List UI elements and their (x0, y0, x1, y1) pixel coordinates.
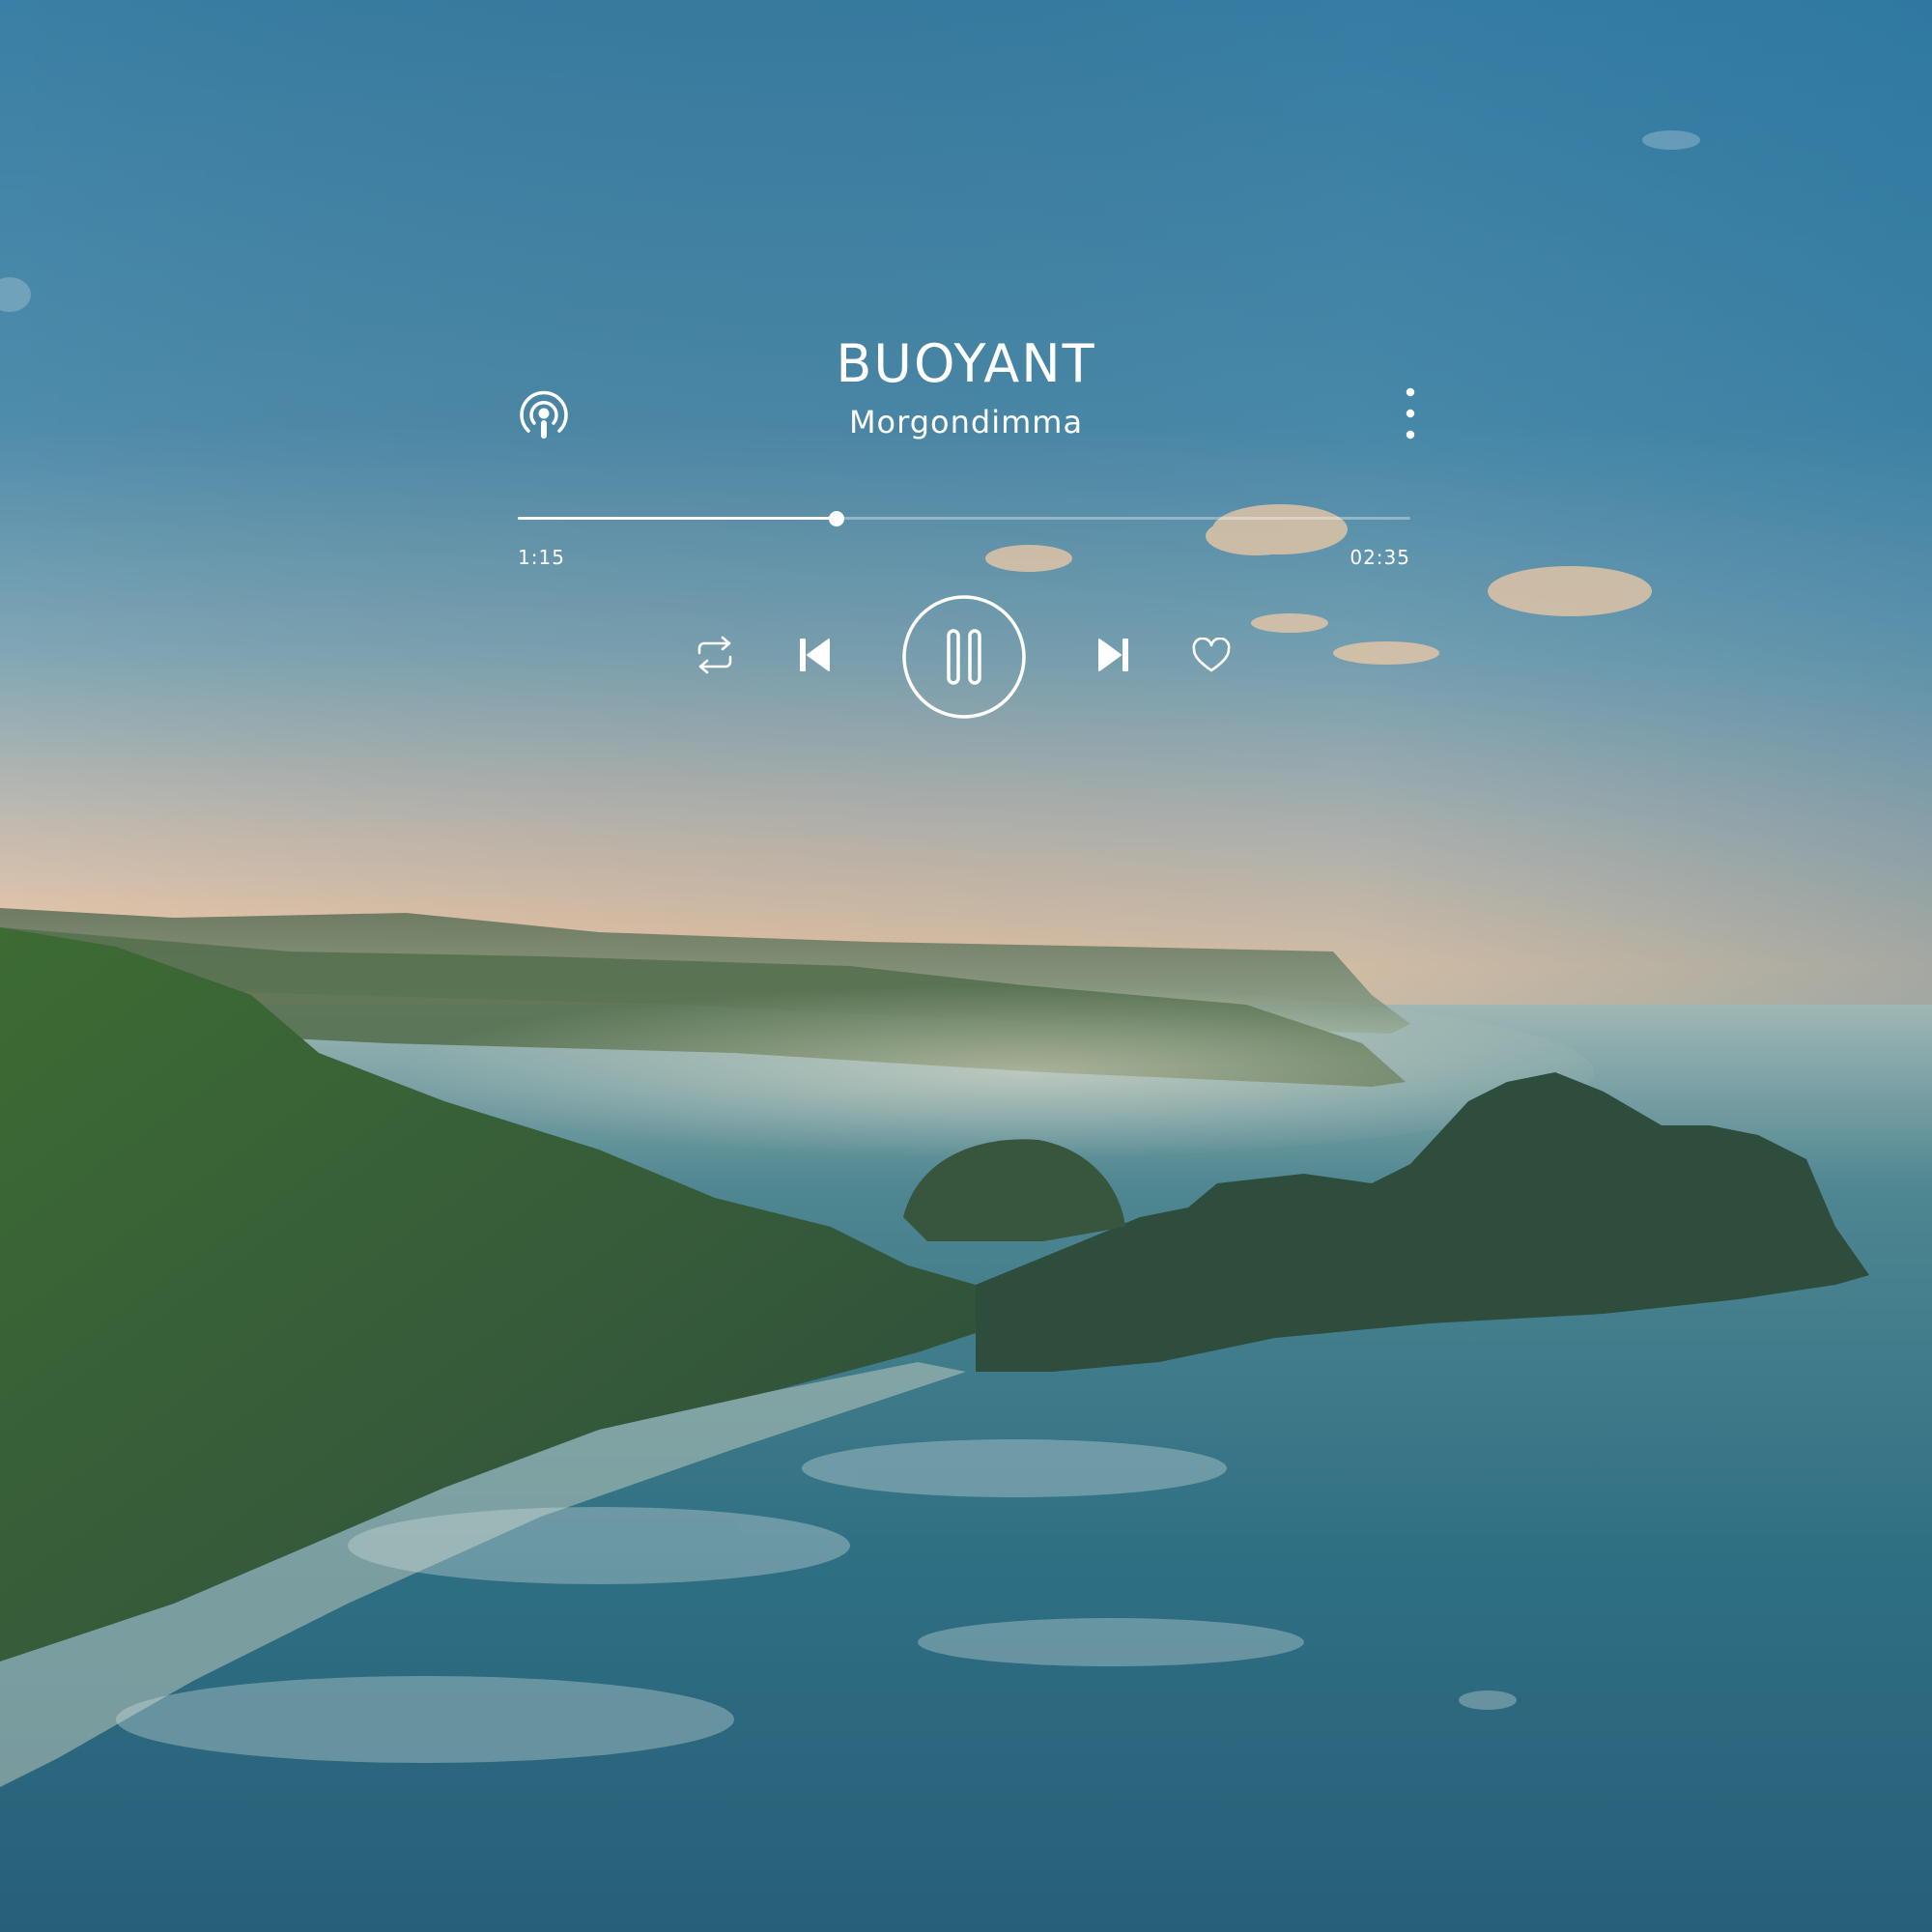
heart-icon[interactable] (1191, 638, 1232, 674)
pause-icon (947, 629, 981, 685)
elapsed-time: 1:15 (518, 546, 565, 569)
progress-fill (518, 517, 837, 520)
repeat-icon[interactable] (694, 634, 736, 676)
skip-next-icon[interactable] (1097, 636, 1130, 674)
total-duration: 02:35 (1350, 546, 1410, 569)
pause-button[interactable] (901, 594, 1027, 720)
track-artist: Morgondimma (848, 404, 1084, 440)
progress-handle[interactable] (828, 510, 844, 526)
progress-bar[interactable] (518, 510, 1410, 526)
music-player: BUOYANT Morgondimma 1:15 02:35 (0, 0, 1932, 1932)
more-vertical-icon[interactable] (1399, 386, 1422, 440)
skip-previous-icon[interactable] (798, 636, 831, 674)
track-title: BUOYANT (836, 333, 1096, 394)
